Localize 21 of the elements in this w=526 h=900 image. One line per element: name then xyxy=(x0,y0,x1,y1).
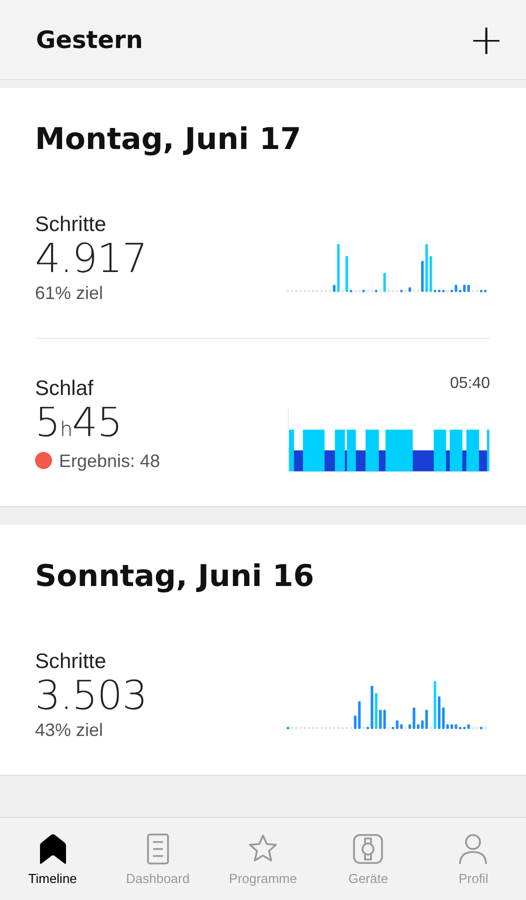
day-title: Sonntag, Juni 16 xyxy=(35,559,316,594)
day-title: Montag, Juni 17 xyxy=(35,122,302,157)
nav-tab[interactable]: Dashboard xyxy=(105,818,210,900)
metric-value: 3.503 xyxy=(35,674,148,718)
goal-text: 43% ziel xyxy=(35,720,104,741)
nav-tab[interactable]: Programme xyxy=(210,818,316,900)
sleep-time: 05:40 xyxy=(450,375,490,393)
metric-value: 4.917 xyxy=(35,237,148,281)
nav-tab[interactable]: Profil xyxy=(420,818,526,900)
star-icon xyxy=(247,832,279,864)
metric-label: Schritte xyxy=(35,213,108,237)
nav-tab[interactable]: Geräte xyxy=(316,818,421,900)
goal-text: 61% ziel xyxy=(35,283,104,304)
score-text: Ergebnis: 48 xyxy=(59,451,160,472)
person-icon xyxy=(457,832,490,864)
add-button[interactable]: + xyxy=(468,18,504,60)
metric-label: Schlaf xyxy=(35,377,94,401)
header-title: Gestern xyxy=(36,26,143,54)
watch-icon xyxy=(352,832,384,864)
metric-label: Schritte xyxy=(35,650,108,674)
nav-tab[interactable]: Timeline xyxy=(0,818,106,900)
